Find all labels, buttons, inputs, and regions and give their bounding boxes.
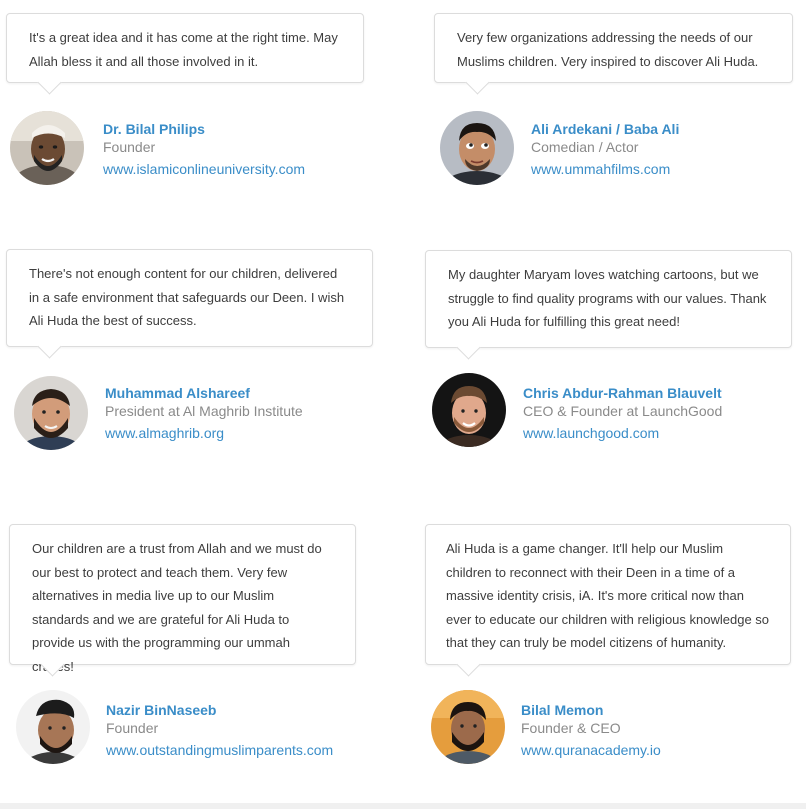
person-role: Founder [106, 720, 159, 736]
bubble-tail [37, 70, 62, 95]
person-name: Chris Abdur-Rahman Blauvelt [523, 385, 722, 401]
section-divider [0, 803, 806, 809]
quote-text: Our children are a trust from Allah and … [32, 541, 322, 674]
person-name: Nazir BinNaseeb [106, 702, 217, 718]
quote-bubble: It's a great idea and it has come at the… [6, 13, 364, 95]
bubble-tail [37, 334, 62, 359]
quote-text: It's a great idea and it has come at the… [29, 30, 338, 69]
bubble-tail [456, 335, 481, 360]
quote-bubble: Ali Huda is a game changer. It'll help o… [425, 524, 791, 677]
person-info: Chris Abdur-Rahman Blauvelt CEO & Founde… [523, 384, 722, 442]
person-name: Muhammad Alshareef [105, 385, 250, 401]
avatar [16, 690, 90, 764]
person-info: Dr. Bilal Philips Founder www.islamiconl… [103, 120, 305, 178]
person-role: President at Al Maghrib Institute [105, 403, 303, 419]
quote-bubble: There's not enough content for our child… [6, 249, 373, 359]
avatar [10, 111, 84, 185]
person-role: Founder & CEO [521, 720, 621, 736]
person-website-link[interactable]: www.outstandingmuslimparents.com [106, 741, 333, 759]
person-website-link[interactable]: www.almaghrib.org [105, 424, 303, 442]
quote-text: Ali Huda is a game changer. It'll help o… [446, 541, 770, 650]
person-info: Nazir BinNaseeb Founder www.outstandingm… [106, 701, 333, 759]
person-website-link[interactable]: www.launchgood.com [523, 424, 722, 442]
quote-text: There's not enough content for our child… [29, 266, 345, 328]
avatar [14, 376, 88, 450]
avatar [440, 111, 514, 185]
person-role: Comedian / Actor [531, 139, 639, 155]
quote-text: My daughter Maryam loves watching cartoo… [448, 267, 767, 329]
person-name: Dr. Bilal Philips [103, 121, 205, 137]
person-info: Muhammad Alshareef President at Al Maghr… [105, 384, 303, 442]
quote-bubble: My daughter Maryam loves watching cartoo… [425, 250, 792, 360]
bubble-tail [465, 70, 490, 95]
person-name: Ali Ardekani / Baba Ali [531, 121, 680, 137]
person-name: Bilal Memon [521, 702, 604, 718]
person-info: Ali Ardekani / Baba Ali Comedian / Actor… [531, 120, 679, 178]
avatar [431, 690, 505, 764]
person-website-link[interactable]: www.quranacademy.io [521, 741, 661, 759]
quote-bubble: Our children are a trust from Allah and … [9, 524, 356, 677]
person-role: Founder [103, 139, 156, 155]
bubble-tail [456, 652, 481, 677]
quote-text: Very few organizations addressing the ne… [457, 30, 759, 69]
person-website-link[interactable]: www.islamiconlineuniversity.com [103, 160, 305, 178]
person-website-link[interactable]: www.ummahfilms.com [531, 160, 679, 178]
person-role: CEO & Founder at LaunchGood [523, 403, 723, 419]
quote-bubble: Very few organizations addressing the ne… [434, 13, 793, 95]
avatar [432, 373, 506, 447]
person-info: Bilal Memon Founder & CEO www.quranacade… [521, 701, 661, 759]
